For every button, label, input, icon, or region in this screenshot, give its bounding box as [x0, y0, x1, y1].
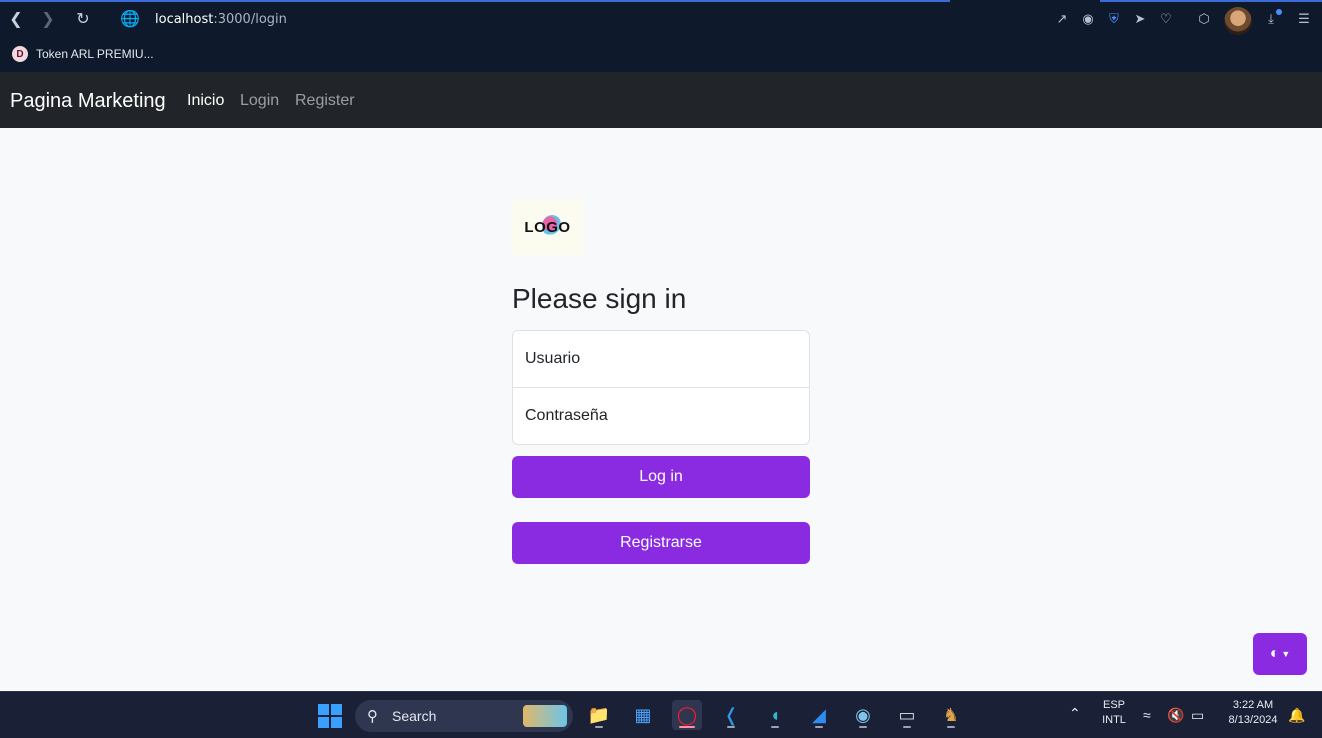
search-highlight-image	[523, 705, 567, 727]
heart-icon[interactable]: ♡	[1158, 11, 1174, 27]
language-indicator[interactable]: ESP INTL	[1100, 698, 1128, 728]
volume-muted-icon[interactable]: 🔇	[1167, 707, 1184, 724]
search-icon: ⚲	[367, 708, 378, 725]
search-label: Search	[392, 708, 437, 724]
clock-date: 8/13/2024	[1228, 714, 1278, 726]
theme-toggle-button[interactable]: ◐ ▼	[1253, 633, 1307, 675]
url-path: :3000/login	[213, 12, 287, 27]
wireshark-icon[interactable]: ◢	[804, 700, 834, 730]
share-icon[interactable]: ↗	[1054, 11, 1070, 27]
taskbar-search[interactable]: ⚲ Search	[355, 700, 573, 732]
profile-avatar[interactable]	[1224, 7, 1252, 35]
opera-browser-icon[interactable]: ◯	[672, 700, 702, 730]
store-icon[interactable]: ▦	[628, 700, 658, 730]
contrast-icon: ◐	[1269, 645, 1280, 662]
vscode-icon[interactable]: ❬	[716, 700, 746, 730]
site-info-icon[interactable]: 🌐	[120, 9, 140, 29]
camera-icon[interactable]: ◉	[1080, 11, 1096, 27]
password-field[interactable]: Contraseña	[512, 387, 810, 445]
language-label: ESP	[1102, 699, 1125, 711]
extensions-icon[interactable]: ⬡	[1196, 11, 1212, 27]
notification-bell-icon[interactable]: 🔔	[1288, 707, 1305, 724]
windows-start-icon[interactable]	[318, 704, 342, 728]
send-icon[interactable]: ➤	[1132, 11, 1148, 27]
bookmarks-bar: D Token ARL PREMIU...	[0, 42, 1322, 66]
login-button[interactable]: Log in	[512, 456, 810, 498]
loading-bar-segment	[1100, 0, 1322, 2]
terminal-icon[interactable]: ▭	[892, 700, 922, 730]
animal-app-icon[interactable]: ♞	[936, 700, 966, 730]
download-badge	[1276, 9, 1282, 15]
username-field[interactable]: Usuario	[512, 330, 810, 388]
battery-icon[interactable]: ▭	[1191, 707, 1204, 724]
wifi-icon[interactable]: ≈	[1143, 707, 1151, 723]
nav-link-register[interactable]: Register	[295, 92, 355, 110]
loading-bar	[0, 0, 950, 2]
address-bar[interactable]: localhost:3000/login	[155, 12, 287, 27]
reload-icon[interactable]: ↻	[73, 9, 93, 29]
file-explorer-icon[interactable]: 📁	[584, 700, 614, 730]
menu-icon[interactable]: ☰	[1296, 11, 1312, 27]
chevron-up-icon[interactable]: ⌃	[1069, 705, 1081, 722]
logo-text: LOGO	[524, 218, 571, 236]
shield-icon[interactable]: ⛨	[1106, 11, 1122, 27]
browser-toolbar: ❮ ❯ ↻ 🌐 localhost:3000/login ↗ ◉ ⛨ ➤ ♡ ⬡…	[0, 0, 1322, 72]
back-icon[interactable]: ❮	[6, 9, 26, 29]
url-host: localhost	[155, 12, 214, 27]
forward-icon[interactable]: ❯	[38, 9, 58, 29]
edge-icon[interactable]: ◖	[760, 700, 790, 730]
eye-app-icon[interactable]: ◉	[848, 700, 878, 730]
logo-image: LOGO	[512, 199, 583, 255]
bookmark-item[interactable]: Token ARL PREMIU...	[36, 47, 154, 61]
caret-down-icon: ▼	[1281, 649, 1291, 659]
clock-time: 3:22 AM	[1232, 699, 1274, 711]
os-taskbar: ⚲ Search 📁 ▦ ◯ ❬ ◖ ◢ ◉ ▭ ♞ ⌃ ESP INTL ≈ …	[0, 691, 1322, 738]
app-navbar: Pagina Marketing Inicio Login Register	[0, 72, 1322, 128]
nav-link-login[interactable]: Login	[240, 92, 279, 110]
bookmark-favicon-icon: D	[12, 46, 28, 62]
clock[interactable]: 3:22 AM 8/13/2024	[1222, 698, 1284, 728]
page-title: Please sign in	[512, 283, 687, 314]
nav-link-inicio[interactable]: Inicio	[187, 92, 224, 110]
keyboard-layout-label: INTL	[1102, 714, 1126, 726]
register-button[interactable]: Registrarse	[512, 522, 810, 564]
navbar-brand[interactable]: Pagina Marketing	[10, 90, 166, 113]
